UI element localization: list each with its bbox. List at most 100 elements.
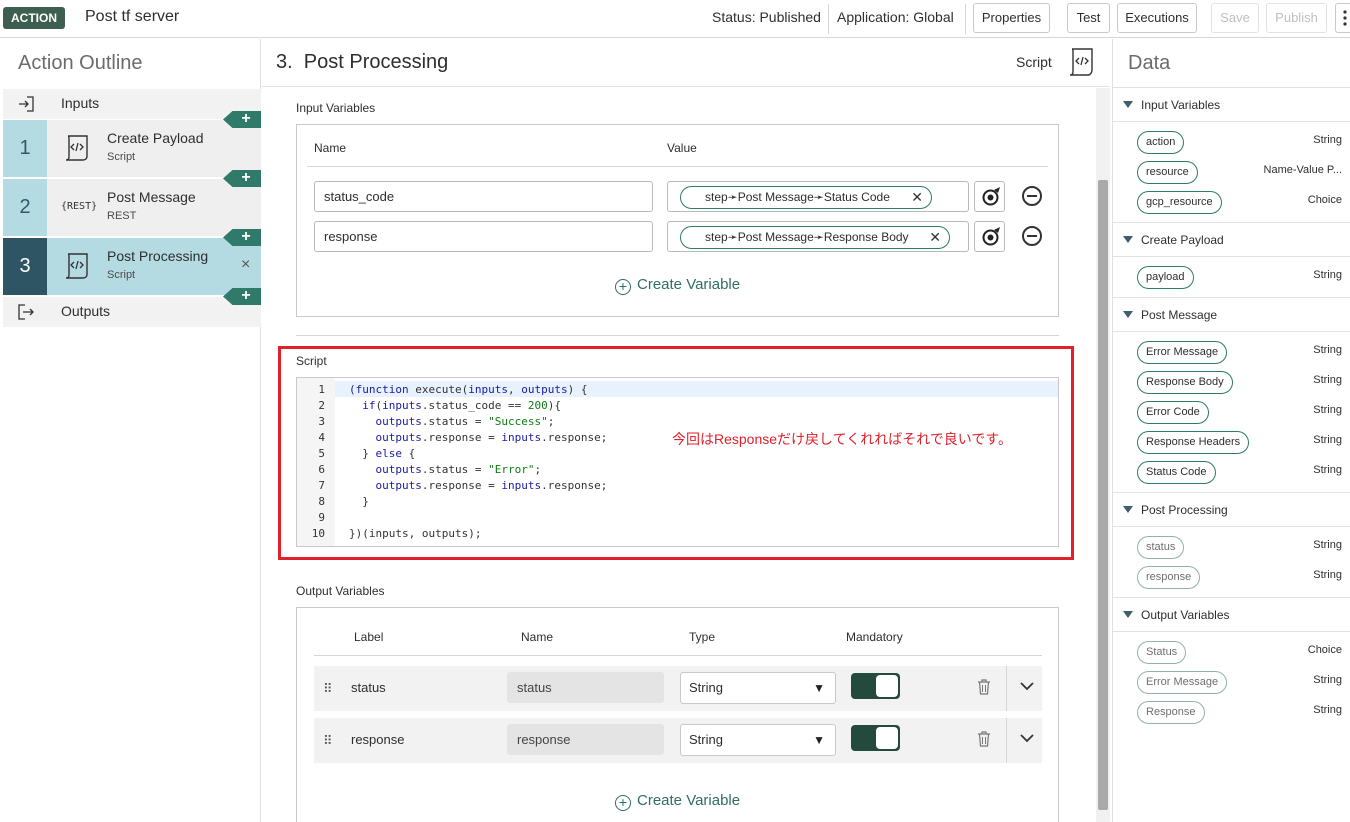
outline-step-create-payload[interactable]: 1 Create Payload Script [3,120,261,177]
step-editor: 3. Post Processing Script Input Variable… [262,39,1110,822]
code-line: if(inputs.status_code == 200){ [362,399,561,412]
script-icon [65,135,88,161]
input-variable-name-field[interactable]: status_code [314,181,653,212]
rest-icon: {REST} [61,201,98,212]
step-type: REST [107,210,137,222]
step-name: Create Payload [107,130,204,146]
divider [1006,718,1007,763]
output-arrow-icon [18,304,34,320]
output-type-value: String [689,680,723,695]
outline-step-post-processing[interactable]: 3 Post Processing Script × [3,238,261,295]
step-number: 2 [3,179,47,236]
data-picker-button[interactable] [974,181,1005,212]
output-label-field[interactable]: status [351,680,386,695]
data-pill[interactable]: Status Code [1137,461,1216,484]
more-icon [1343,10,1347,26]
step-number: 1 [3,120,47,177]
chevron-down-icon[interactable] [1019,678,1035,694]
code-line: outputs.response = inputs.response; [375,479,608,492]
step-header: 3. Post Processing Script [262,39,1110,87]
line-number: 9 [318,511,325,524]
input-arrow-icon [19,96,34,112]
data-type: Choice [1307,644,1342,656]
divider [296,335,1059,336]
data-pill[interactable]: response [1137,566,1201,589]
executions-button[interactable]: Executions [1117,3,1197,33]
output-label-field[interactable]: response [351,732,404,747]
caret-down-icon [1123,236,1133,243]
data-pill[interactable]: Response Body [1137,371,1233,394]
step-number: 3 [3,238,47,295]
trash-icon[interactable] [977,679,991,695]
data-picker-button[interactable] [974,221,1005,252]
line-number: 2 [318,399,325,412]
close-icon[interactable]: × [241,256,250,274]
remove-variable-icon[interactable] [1022,186,1042,206]
remove-variable-icon[interactable] [1022,226,1042,246]
data-section-input-variables[interactable]: Input Variables [1113,87,1350,122]
data-pill[interactable]: Status [1137,641,1187,664]
drag-handle-icon[interactable]: ⠿ [323,681,332,697]
mandatory-toggle[interactable] [851,725,900,751]
output-variables-box [296,607,1059,822]
data-type: String [1313,704,1342,716]
data-pill[interactable]: Error Code [1137,401,1209,424]
data-pill[interactable]: step➛Post Message➛Status Code ✕ [680,186,932,209]
data-pill[interactable]: Error Message [1137,671,1228,694]
remove-pill-icon[interactable]: ✕ [929,227,941,248]
data-pill[interactable]: payload [1137,266,1194,289]
data-pill-label: step➛Post Message➛Status Code [705,190,890,204]
outline-inputs-label: Inputs [61,95,100,111]
data-pill[interactable]: gcp_resource [1137,191,1222,214]
create-output-variable-button[interactable]: + Create Variable [615,792,740,811]
properties-button[interactable]: Properties [973,3,1050,33]
code-line: outputs.response = inputs.response; [375,431,608,444]
test-button[interactable]: Test [1067,3,1110,33]
data-section-post-processing[interactable]: Post Processing [1113,492,1350,527]
outline-inputs[interactable]: Inputs [3,89,261,119]
data-section-create-payload[interactable]: Create Payload [1113,222,1350,257]
save-button[interactable]: Save [1211,3,1259,33]
drag-handle-icon[interactable]: ⠿ [323,733,332,749]
script-editor[interactable]: 1 2 3 4 5 6 7 8 9 10 (function execute(i… [296,377,1059,547]
outline-outputs[interactable]: Outputs [3,297,261,327]
column-header-value: Value [667,141,697,155]
output-type-select[interactable]: String ▼ [680,724,836,756]
publish-button[interactable]: Publish [1266,3,1327,33]
step-type: Script [107,151,136,163]
caret-down-icon [1123,506,1133,513]
action-outline-panel: Action Outline Inputs 1 Create Payload S… [3,39,261,822]
data-pill[interactable]: Response Headers [1137,431,1250,454]
data-pill[interactable]: status [1137,536,1185,559]
mandatory-toggle[interactable] [851,673,900,699]
data-pill[interactable]: resource [1137,161,1198,184]
data-pill[interactable]: Error Message [1137,341,1228,364]
outline-step-post-message[interactable]: 2 {REST} Post Message REST [3,179,261,236]
action-title: Post tf server [85,8,180,25]
data-section-output-variables[interactable]: Output Variables [1113,597,1350,632]
output-type-select[interactable]: String ▼ [680,672,836,704]
line-number: 6 [318,463,325,476]
scrollbar-thumb[interactable] [1098,180,1108,810]
data-pill[interactable]: action [1137,131,1185,154]
line-number: 3 [318,415,325,428]
line-number: 4 [318,431,325,444]
input-variable-name-field[interactable]: response [314,221,653,252]
data-pill[interactable]: step➛Post Message➛Response Body ✕ [680,226,950,249]
data-section-post-message[interactable]: Post Message [1113,297,1350,332]
caret-down-icon [1123,311,1133,318]
data-picker-icon [982,227,1000,246]
data-type: String [1313,404,1342,416]
chevron-down-icon[interactable] [1019,730,1035,746]
more-menu-button[interactable] [1335,3,1350,33]
data-panel-title: Data [1128,52,1171,74]
data-pill[interactable]: Response [1137,701,1205,724]
column-header-type: Type [689,630,716,644]
data-type: String [1313,344,1342,356]
create-input-variable-button[interactable]: + Create Variable [615,276,740,295]
data-type: String [1313,134,1342,146]
divider [1006,666,1007,711]
output-variable-row: ⠿ response response String ▼ [314,718,1042,763]
remove-pill-icon[interactable]: ✕ [911,187,923,208]
trash-icon[interactable] [977,731,991,747]
